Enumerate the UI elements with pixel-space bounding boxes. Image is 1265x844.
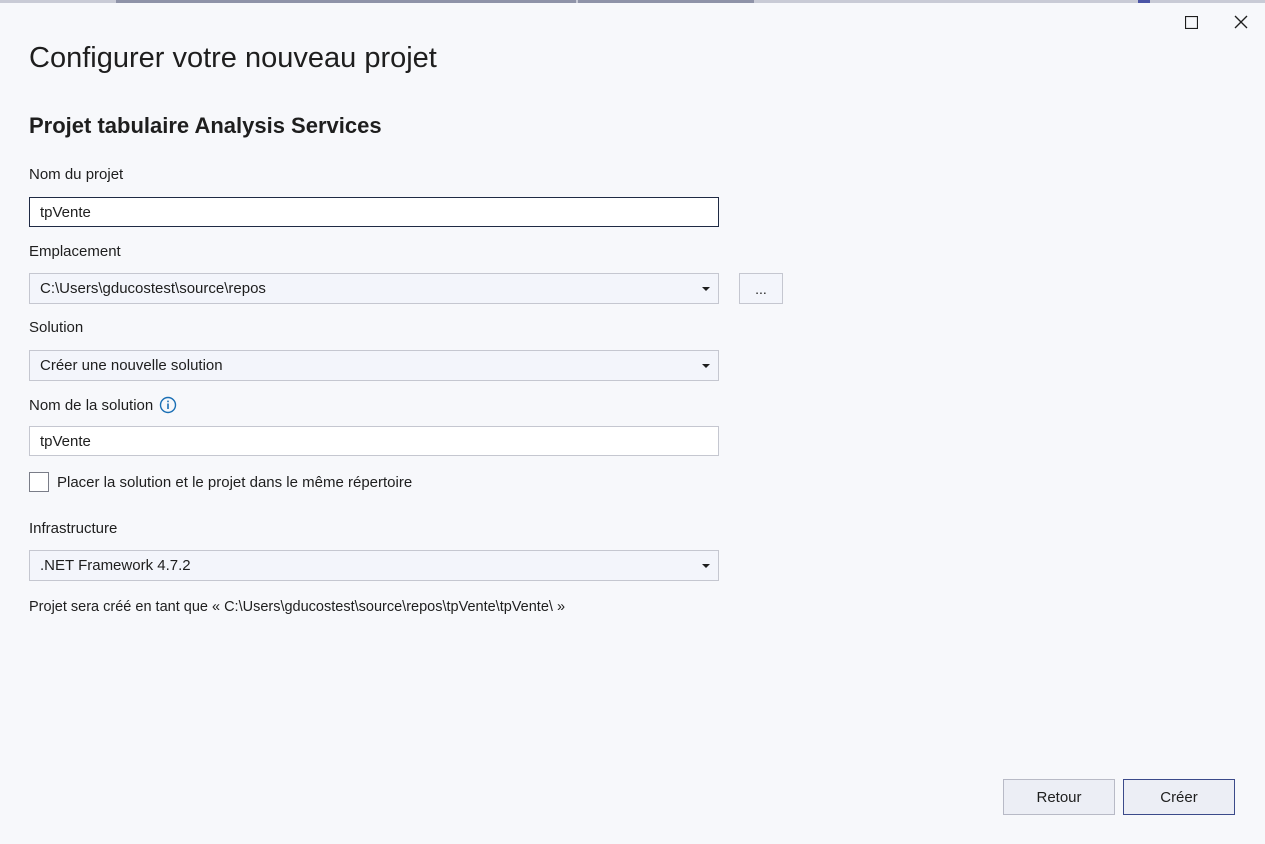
location-combobox[interactable]: C:\Users\gducostest\source\repos [29, 273, 719, 304]
project-template-name: Projet tabulaire Analysis Services [29, 113, 382, 138]
back-button[interactable]: Retour [1003, 779, 1115, 815]
location-value: C:\Users\gducostest\source\repos [40, 280, 266, 297]
strip-segment [116, 0, 576, 3]
framework-value: .NET Framework 4.7.2 [40, 557, 191, 574]
close-icon [1234, 15, 1248, 29]
solution-label: Solution [29, 319, 84, 336]
same-directory-label: Placer la solution et le projet dans le … [57, 473, 413, 491]
location-label: Emplacement [29, 243, 121, 260]
solution-dropdown[interactable]: Créer une nouvelle solution [29, 350, 719, 381]
chevron-down-icon [702, 563, 710, 568]
same-directory-checkbox[interactable] [29, 472, 49, 492]
solution-name-label-row: Nom de la solution [29, 396, 177, 414]
project-path-note: Projet sera créé en tant que « C:\Users\… [29, 599, 566, 615]
strip-segment [578, 0, 754, 3]
project-name-label: Nom du projet [29, 166, 124, 183]
strip-segment [1138, 0, 1150, 3]
create-button[interactable]: Créer [1123, 779, 1235, 815]
same-directory-option: Placer la solution et le projet dans le … [29, 472, 412, 492]
maximize-button[interactable] [1179, 10, 1203, 34]
background-taskbar-strip [0, 0, 1265, 3]
solution-name-input[interactable] [29, 426, 719, 456]
info-icon[interactable] [159, 396, 177, 414]
maximize-icon [1184, 15, 1198, 29]
framework-label: Infrastructure [29, 520, 118, 537]
browse-location-button[interactable]: ... [739, 273, 783, 304]
project-name-input[interactable] [29, 197, 719, 227]
solution-value: Créer une nouvelle solution [40, 357, 223, 374]
page-title: Configurer votre nouveau projet [29, 42, 437, 74]
framework-dropdown[interactable]: .NET Framework 4.7.2 [29, 550, 719, 581]
dialog-window: Configurer votre nouveau projet Projet t… [0, 0, 1265, 844]
solution-name-label: Nom de la solution [29, 396, 154, 414]
chevron-down-icon [702, 363, 710, 368]
close-button[interactable] [1229, 10, 1253, 34]
chevron-down-icon [702, 286, 710, 291]
